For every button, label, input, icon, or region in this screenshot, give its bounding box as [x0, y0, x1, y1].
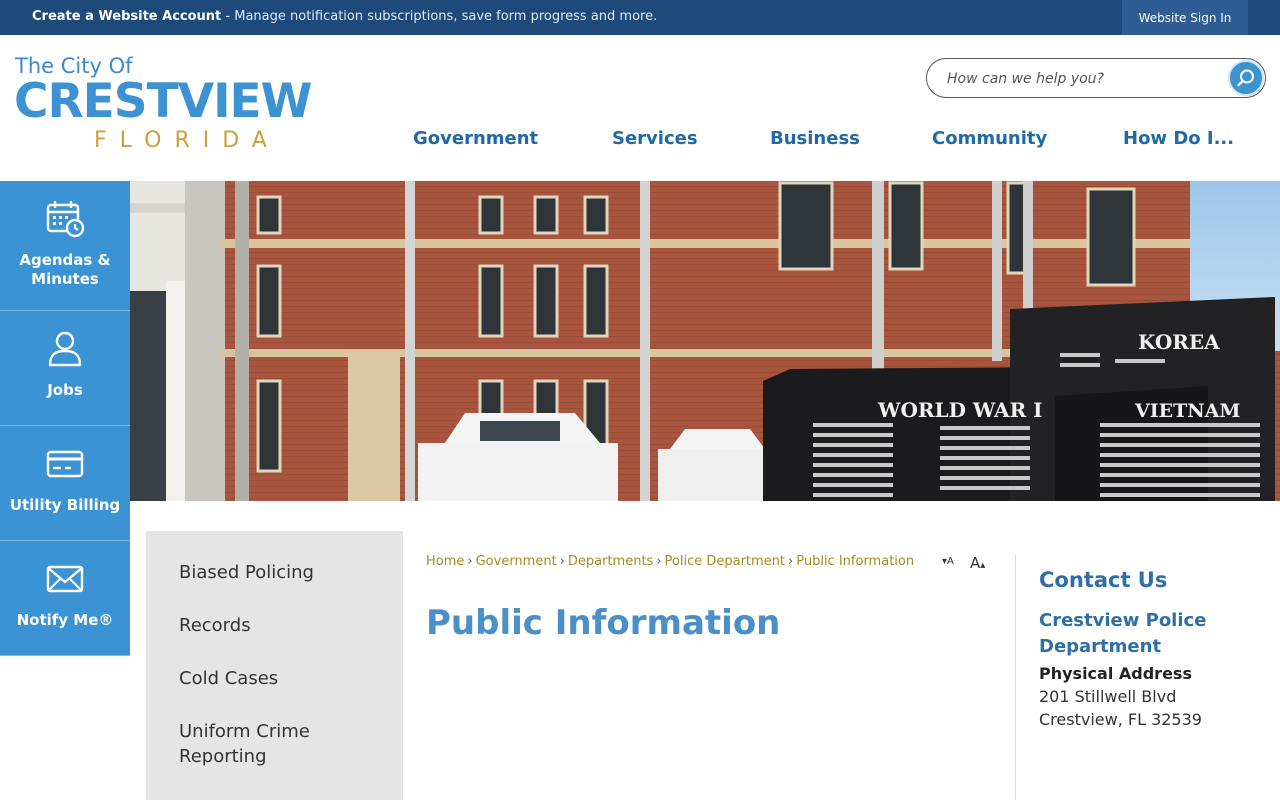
nav-business[interactable]: Business [770, 128, 860, 149]
section-side-navigation: Biased Policing Records Cold Cases Unifo… [146, 531, 403, 800]
quick-link-jobs[interactable]: Jobs [0, 311, 130, 426]
account-message: Create a Website Account - Manage notifi… [32, 9, 657, 24]
font-resize-controls: ▾A A▴ [942, 554, 998, 572]
police-building-photo: WORLD WAR I VIETNAM KOREA [130, 181, 1280, 501]
sidenav-cold-cases[interactable]: Cold Cases [179, 666, 389, 691]
contact-heading: Contact Us [1039, 568, 1168, 592]
logo-line-crestview: CRESTVIEW [14, 74, 313, 129]
breadcrumb-home[interactable]: Home [426, 554, 464, 569]
quick-links-panel: Agendas & Minutes Jobs Utility Billing N… [0, 181, 130, 656]
quick-link-label: Agendas & Minutes [19, 251, 111, 288]
sidenav-records[interactable]: Records [179, 613, 389, 638]
address-line-1: 201 Stillwell Blvd [1039, 687, 1177, 706]
contact-department: Crestview Police Department [1039, 610, 1207, 657]
breadcrumb-separator: › [656, 554, 662, 569]
website-sign-in-button[interactable]: Website Sign In [1122, 0, 1248, 35]
address-line-2: Crestview, FL 32539 [1039, 710, 1202, 729]
logo-line-florida: FLORIDA [94, 128, 280, 153]
quick-link-label: Utility Billing [9, 496, 121, 514]
content-divider [1015, 555, 1016, 800]
nav-how-do-i[interactable]: How Do I... [1123, 128, 1234, 149]
breadcrumb-separator: › [559, 554, 565, 569]
nav-services[interactable]: Services [612, 128, 698, 149]
increase-font-label: A [970, 554, 981, 572]
quick-link-agendas-minutes[interactable]: Agendas & Minutes [0, 181, 130, 311]
sidenav-biased-policing[interactable]: Biased Policing [179, 560, 389, 585]
decrease-font-label: A [947, 556, 954, 567]
envelope-icon [46, 565, 84, 593]
search-button[interactable] [1228, 60, 1264, 96]
create-account-link[interactable]: Create a Website Account [32, 9, 221, 24]
quick-link-label: Notify Me® [16, 611, 114, 629]
physical-address-label: Physical Address [1039, 664, 1192, 683]
breadcrumb-departments[interactable]: Departments [568, 554, 653, 569]
top-utility-bar: Create a Website Account - Manage notifi… [0, 0, 1280, 35]
nav-government[interactable]: Government [413, 128, 538, 149]
breadcrumb-government[interactable]: Government [476, 554, 557, 569]
increase-font-button[interactable]: A▴ [970, 554, 985, 572]
hero-banner-image: WORLD WAR I VIETNAM KOREA [130, 181, 1280, 501]
monument-korea-text: KOREA [1138, 330, 1220, 354]
breadcrumb-police-department[interactable]: Police Department [665, 554, 786, 569]
credit-card-icon [46, 450, 84, 478]
quick-link-utility-billing[interactable]: Utility Billing [0, 426, 130, 541]
sidenav-uniform-crime-reporting[interactable]: Uniform Crime Reporting [179, 719, 389, 769]
breadcrumb: Home › Government › Departments › Police Depar… [426, 554, 914, 569]
account-message-text: - Manage notification subscriptions, sav… [221, 9, 658, 24]
breadcrumb-current: Public Information [796, 554, 915, 569]
site-search [926, 58, 1266, 98]
main-navigation: Government Services Business Community H… [380, 128, 1280, 156]
quick-link-notify-me[interactable]: Notify Me® [0, 541, 130, 656]
search-icon [1237, 69, 1254, 87]
monument-world-war-i-text: WORLD WAR I [877, 398, 1043, 422]
quick-link-label: Jobs [47, 381, 83, 399]
breadcrumb-separator: › [788, 554, 794, 569]
search-input[interactable] [947, 68, 1217, 90]
breadcrumb-separator: › [467, 554, 473, 569]
page-title: Public Information [426, 603, 781, 643]
city-logo[interactable]: The City Of CRESTVIEW FLORIDA [14, 52, 364, 157]
nav-community[interactable]: Community [932, 128, 1047, 149]
decrease-font-button[interactable]: ▾A [942, 556, 954, 567]
calendar-clock-icon [46, 201, 85, 238]
monument-vietnam-text: VIETNAM [1134, 400, 1240, 422]
person-icon [48, 331, 82, 367]
